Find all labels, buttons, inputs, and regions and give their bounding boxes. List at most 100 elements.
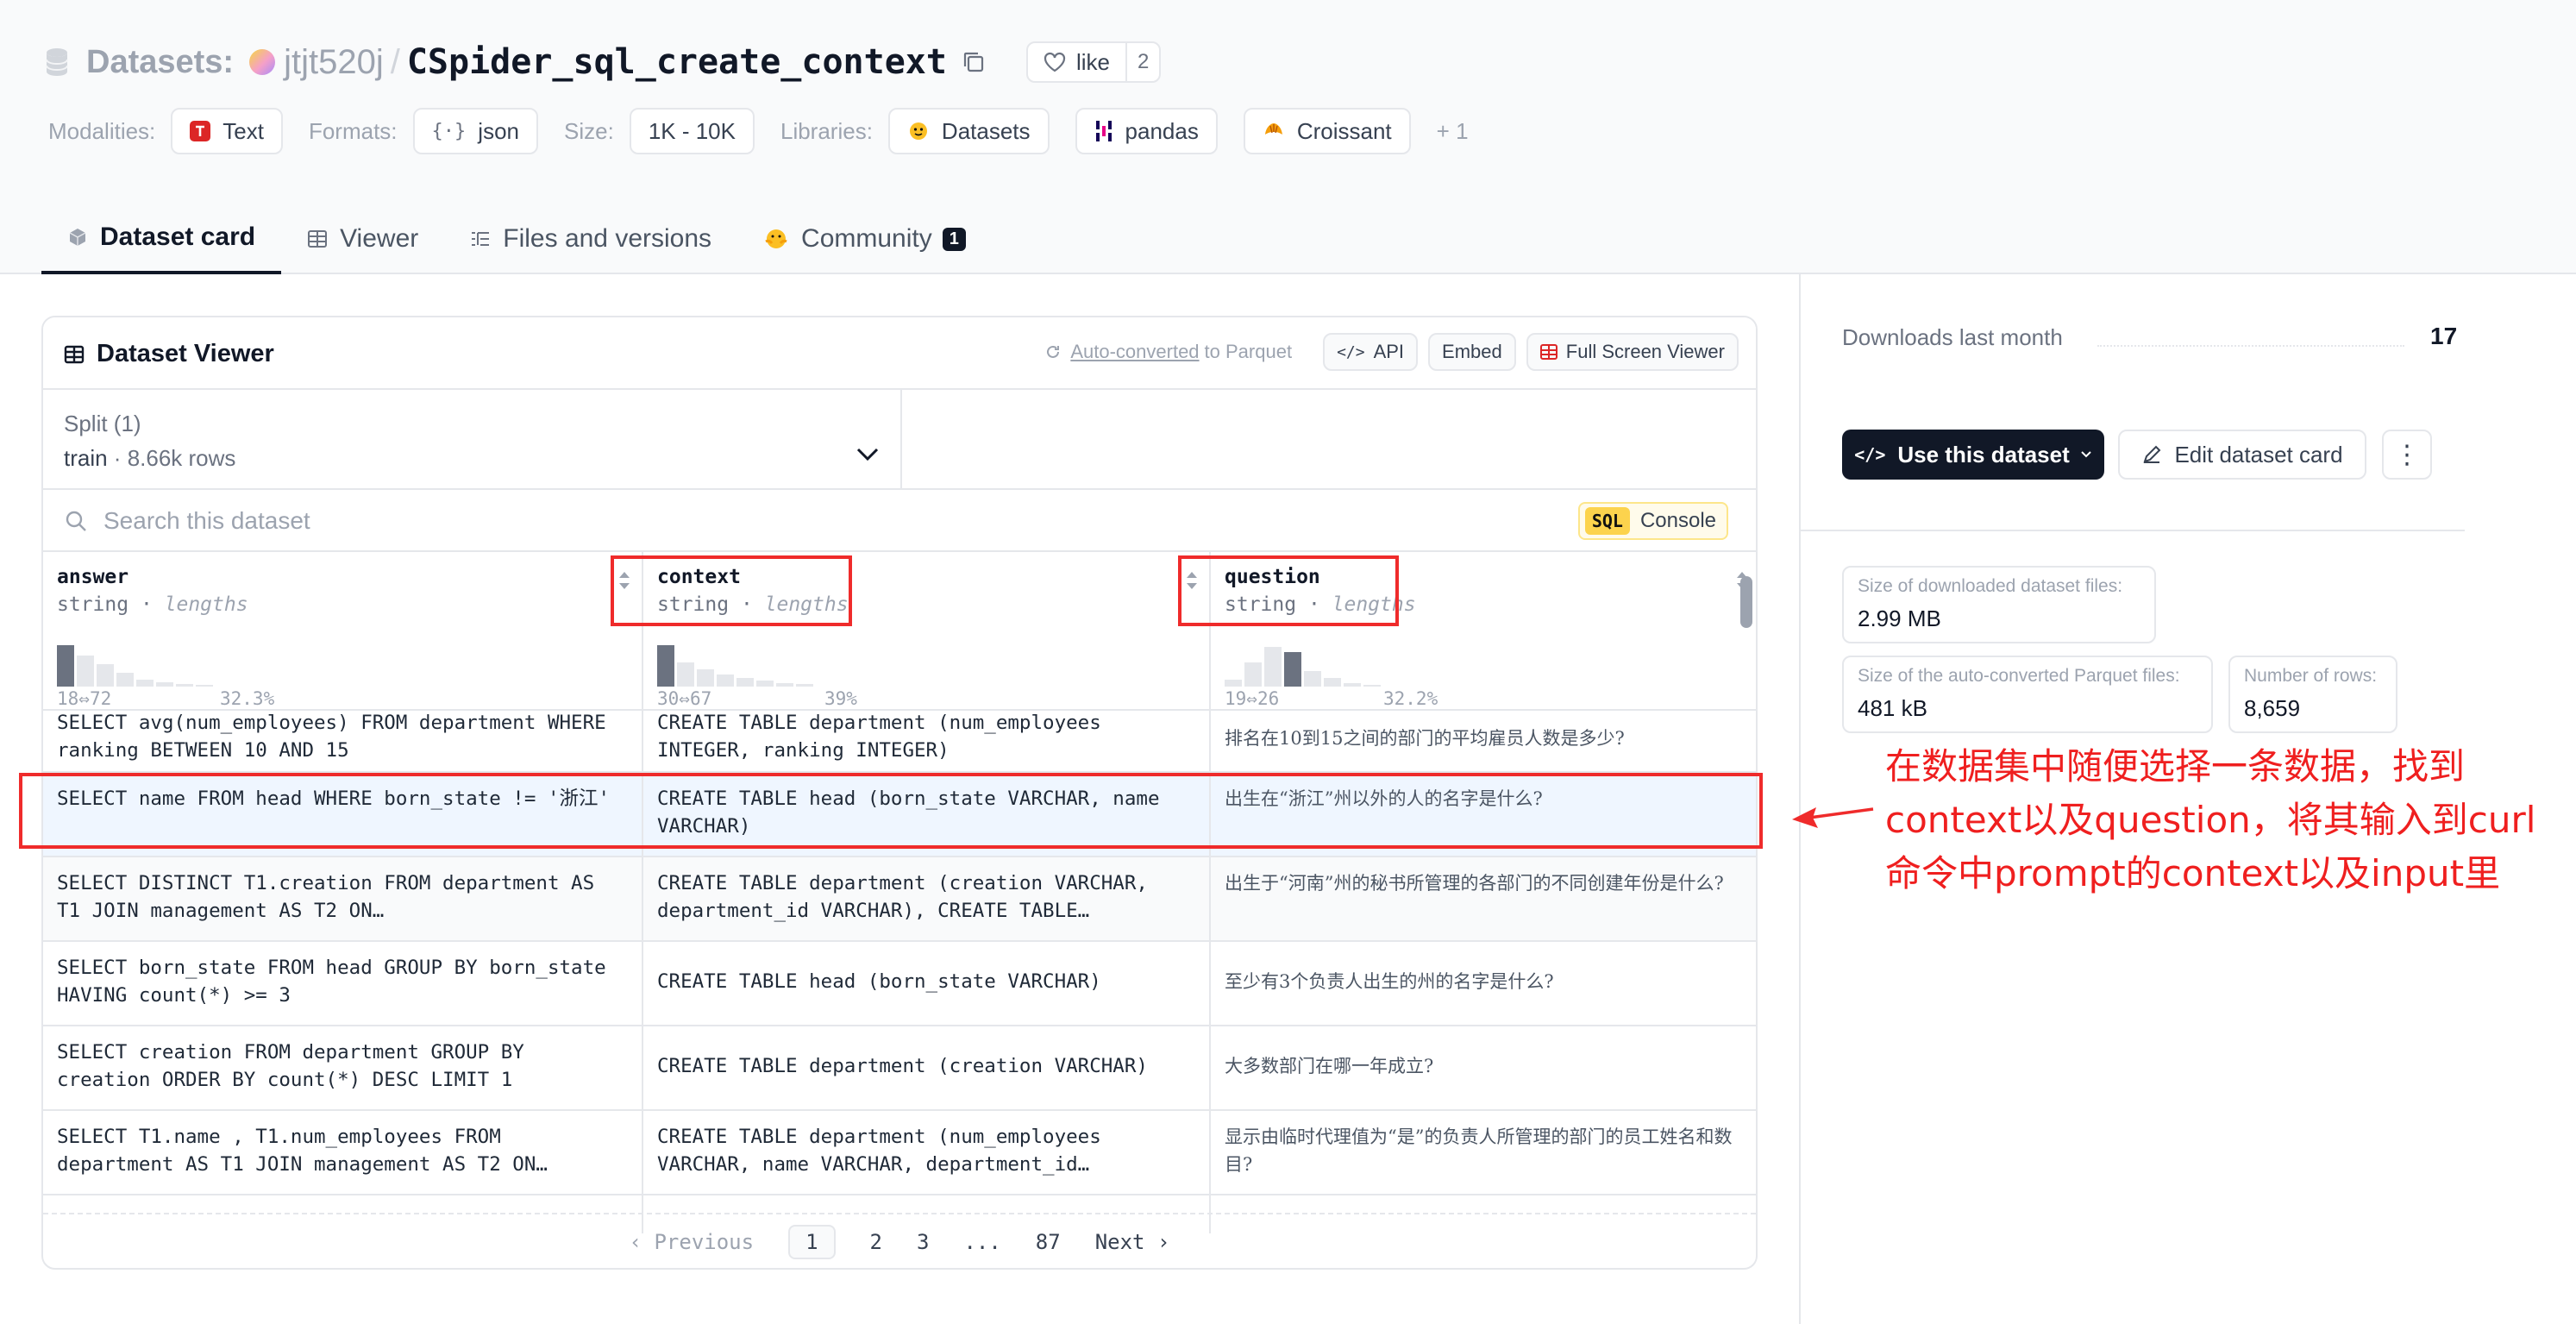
histogram-bar[interactable] [677,662,694,687]
page-button[interactable]: 87 [1036,1230,1061,1254]
table-row[interactable]: SELECT born_state FROM head GROUP BY bor… [43,942,1756,1026]
histogram-bar[interactable] [156,682,173,687]
histogram-bar[interactable] [1264,647,1282,687]
chevron-down-icon[interactable] [856,447,880,462]
page-button-current[interactable]: 1 [788,1225,836,1259]
table-row[interactable]: SELECT T1.name , T1.num_employees FROM d… [43,1111,1756,1195]
sql-console-button[interactable]: SQL Console [1577,502,1728,540]
histogram-bar[interactable] [717,675,734,687]
text-modality-icon [190,121,211,141]
histogram-bar[interactable] [1244,662,1262,687]
next-page-button[interactable]: Next › [1095,1230,1170,1254]
library-label-datasets: Datasets [941,117,1031,144]
format-chip-json[interactable]: {·} json [412,108,538,154]
croissant-icon [1264,123,1282,135]
repo-name[interactable]: CSpider_sql_create_context [407,42,947,82]
highlight-box-context-header [611,555,852,626]
cell-answer: SELECT DISTINCT T1.creation FROM departm… [57,872,595,922]
histogram-bar[interactable] [1344,683,1361,687]
column-name: answer [57,566,129,588]
formats-label: Formats: [308,117,398,144]
histogram-bar[interactable] [77,656,94,687]
code-icon: </> [1337,342,1365,361]
stat-row-count: Number of rows: 8,659 [2228,656,2397,733]
cell-question: 出生于“河南”州的秘书所管理的各部门的不同创建年份是什么? [1225,873,1724,894]
chevron-down-icon [2081,451,2091,458]
full-screen-viewer-button[interactable]: Full Screen Viewer [1526,333,1739,371]
owner-link[interactable]: jtjt520j [284,43,384,82]
cell-question: 排名在10到15之间的部门的平均雇员人数是多少? [1225,728,1625,749]
tab-dataset-card[interactable]: Dataset card [41,204,282,274]
histogram-bar[interactable] [97,664,114,687]
metadata-row: Modalities: Text Formats: {·} json Size:… [48,107,1469,155]
table-row[interactable]: SELECT creation FROM department GROUP BY… [43,1026,1756,1111]
like-count[interactable]: 2 [1125,43,1159,81]
use-this-dataset-button[interactable]: </> Use this dataset [1842,430,2104,480]
histogram-bar[interactable] [1284,652,1301,687]
datasets-link[interactable]: Datasets: [86,44,234,81]
tab-label: Viewer [340,224,419,253]
library-chip-datasets[interactable]: Datasets [887,108,1050,154]
size-label: Size: [564,117,614,144]
annotation-note: 在数据集中随便选择一条数据，找到context以及question，将其输入到c… [1885,745,2536,894]
histogram-bar[interactable] [736,678,754,687]
split-selector[interactable]: Split (1) train · 8.66k rows [43,390,902,490]
histogram-bar[interactable] [136,680,154,687]
previous-page-button[interactable]: ‹ Previous [630,1230,755,1254]
histogram-bar[interactable] [697,669,714,687]
histogram-bar[interactable] [1324,678,1341,687]
viewer-actions: Auto-converted to Parquet </> API Embed … [1044,333,1739,371]
hug-icon [765,229,787,248]
page-button[interactable]: 2 [870,1230,882,1254]
more-libraries[interactable]: + 1 [1437,118,1469,145]
size-chip[interactable]: 1K - 10K [629,108,755,154]
cell-context: CREATE TABLE head (born_state VARCHAR) [657,970,1101,993]
library-chip-croissant[interactable]: Croissant [1243,108,1411,154]
tab-community[interactable]: Community 1 [737,204,992,274]
table-row[interactable]: SELECT avg(num_employees) FROM departmen… [43,712,1756,773]
libraries-label: Libraries: [780,117,873,144]
split-spacer [902,390,1756,490]
histogram-bar[interactable] [1304,671,1321,687]
length-histogram[interactable] [57,645,216,687]
like-button[interactable]: like 2 [1025,41,1162,83]
search-input[interactable] [103,502,793,540]
cell-context: CREATE TABLE department (creation VARCHA… [657,1055,1148,1077]
length-histogram[interactable] [1225,645,1383,687]
tab-label: Community [801,224,932,253]
histogram-bar[interactable] [1225,680,1242,687]
edit-dataset-card-button[interactable]: Edit dataset card [2118,430,2366,480]
cell-question: 至少有3个负责人出生的州的名字是什么? [1225,971,1554,992]
modality-chip-text[interactable]: Text [171,108,283,154]
length-histogram[interactable] [657,645,816,687]
files-icon [472,232,490,246]
api-button[interactable]: </> API [1323,333,1419,371]
stat-parquet-size: Size of the auto-converted Parquet files… [1842,656,2213,733]
tab-label: Dataset card [100,223,256,251]
histogram-bar[interactable] [57,645,74,687]
histogram-bar[interactable] [176,684,193,687]
column-header-answer[interactable]: answer string · lengths 18⇔72 32.3% [43,552,642,711]
breadcrumb-separator: / [390,42,400,81]
page-button[interactable]: 3 [917,1230,929,1254]
histogram-bar[interactable] [196,685,213,687]
table-row[interactable]: SELECT DISTINCT T1.creation FROM departm… [43,857,1756,942]
hugging-face-icon [909,122,927,140]
copy-icon[interactable] [961,49,987,75]
tab-viewer[interactable]: Viewer [281,204,444,274]
histogram-bar[interactable] [776,683,793,687]
histogram-bar[interactable] [116,673,134,687]
table-scrollbar[interactable] [1740,576,1752,628]
json-braces-icon: {·} [431,120,467,142]
tab-files-and-versions[interactable]: Files and versions [444,204,737,274]
cell-answer: SELECT creation FROM department GROUP BY… [57,1041,524,1091]
embed-button[interactable]: Embed [1428,333,1516,371]
histogram-bar[interactable] [1363,685,1381,687]
auto-converted-link[interactable]: Auto-converted [1070,341,1199,363]
format-label: json [478,117,519,144]
histogram-bar[interactable] [796,684,813,687]
histogram-bar[interactable] [756,681,774,687]
histogram-bar[interactable] [657,645,674,687]
more-options-button[interactable]: ⋮ [2382,430,2432,480]
library-chip-pandas[interactable]: pandas [1075,108,1218,154]
